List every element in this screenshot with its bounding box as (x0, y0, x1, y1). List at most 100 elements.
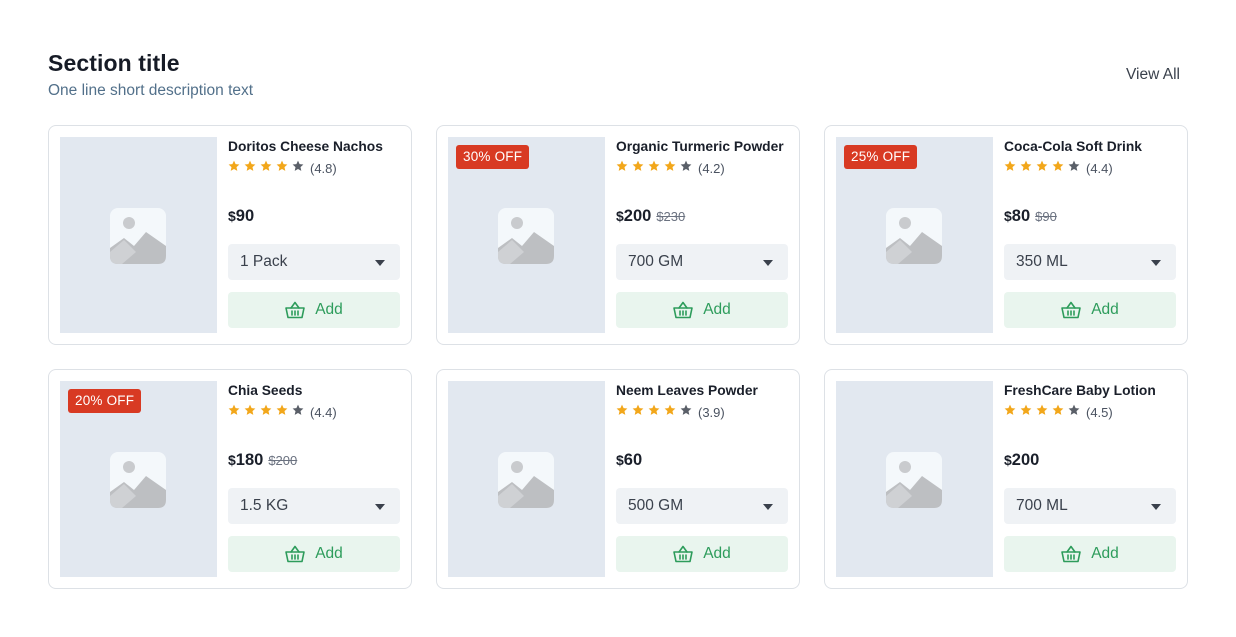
star-icon (648, 404, 660, 415)
basket-icon (673, 545, 694, 563)
section-title: Section title (48, 50, 180, 76)
star-icon (292, 160, 304, 171)
basket-icon (285, 545, 306, 563)
price-currency: $ (228, 208, 236, 224)
product-price: 200 (623, 207, 652, 225)
chevron-down-icon (375, 260, 385, 266)
variant-select[interactable]: 700 ML (1004, 488, 1176, 524)
product-price: 60 (623, 451, 643, 469)
discount-badge: 20% OFF (68, 389, 142, 413)
price-currency: $ (1004, 452, 1012, 468)
variant-value: 700 ML (1016, 497, 1068, 514)
star-icon (616, 160, 628, 171)
product-name[interactable]: Chia Seeds (228, 381, 400, 401)
add-to-cart-button[interactable]: Add (616, 536, 788, 572)
variant-select[interactable]: 500 GM (616, 488, 788, 524)
image-placeholder-icon (886, 208, 942, 264)
add-to-cart-button[interactable]: Add (228, 292, 400, 328)
image-placeholder-icon (110, 208, 166, 264)
star-icon (228, 160, 240, 171)
view-all-link[interactable]: View All (1126, 66, 1180, 84)
variant-value: 700 GM (628, 253, 684, 270)
rating-stars (1004, 159, 1084, 177)
add-button-label: Add (703, 545, 731, 562)
product-name[interactable]: FreshCare Baby Lotion (1004, 381, 1176, 401)
variant-select[interactable]: 1 Pack (228, 244, 400, 280)
original-price: $90 (1035, 209, 1057, 224)
star-icon (664, 404, 676, 415)
product-image: 25% OFF (836, 137, 993, 333)
basket-icon (1061, 301, 1082, 319)
product-card[interactable]: 30% OFF Organic Turmeric Powder (4.2) $ … (436, 125, 800, 345)
product-rating: (4.4) (228, 404, 400, 420)
product-card[interactable]: FreshCare Baby Lotion (4.5) $ 200 700 ML (824, 369, 1188, 589)
star-icon (228, 404, 240, 415)
original-price: $200 (268, 453, 298, 468)
rating-value: (4.4) (310, 404, 337, 420)
star-icon (680, 404, 692, 415)
variant-select[interactable]: 1.5 KG (228, 488, 400, 524)
add-to-cart-button[interactable]: Add (616, 292, 788, 328)
product-name[interactable]: Neem Leaves Powder (616, 381, 788, 401)
rating-stars (228, 159, 308, 177)
chevron-down-icon (1151, 504, 1161, 510)
add-to-cart-button[interactable]: Add (228, 536, 400, 572)
product-price: 200 (1011, 451, 1040, 469)
star-icon (244, 160, 256, 171)
star-icon (648, 160, 660, 171)
star-icon (276, 160, 288, 171)
discount-badge: 30% OFF (456, 145, 530, 169)
discount-badge: 25% OFF (844, 145, 918, 169)
add-button-label: Add (703, 301, 731, 318)
product-name[interactable]: Organic Turmeric Powder (616, 137, 788, 157)
product-price: 180 (235, 451, 264, 469)
star-icon (1068, 160, 1080, 171)
product-card[interactable]: Neem Leaves Powder (3.9) $ 60 500 GM Add (436, 369, 800, 589)
star-icon (260, 404, 272, 415)
star-icon (1036, 404, 1048, 415)
add-to-cart-button[interactable]: Add (1004, 292, 1176, 328)
product-grid: Doritos Cheese Nachos (4.8) $ 90 1 Pack (48, 125, 1188, 589)
original-price: $230 (656, 209, 686, 224)
image-placeholder-icon (110, 452, 166, 508)
price-row: $ 200 $230 (616, 207, 788, 229)
product-rating: (4.4) (1004, 160, 1176, 176)
rating-value: (3.9) (698, 404, 725, 420)
product-info: Organic Turmeric Powder (4.2) $ 200 $230… (616, 137, 788, 328)
star-icon (260, 160, 272, 171)
star-icon (1036, 160, 1048, 171)
add-to-cart-button[interactable]: Add (1004, 536, 1176, 572)
star-icon (292, 404, 304, 415)
star-icon (1020, 160, 1032, 171)
variant-select[interactable]: 700 GM (616, 244, 788, 280)
star-icon (664, 160, 676, 171)
star-icon (244, 404, 256, 415)
product-image: 30% OFF (448, 137, 605, 333)
product-card[interactable]: 25% OFF Coca-Cola Soft Drink (4.4) $ 80 … (824, 125, 1188, 345)
product-image: 20% OFF (60, 381, 217, 577)
add-button-label: Add (1091, 301, 1119, 318)
product-info: Doritos Cheese Nachos (4.8) $ 90 1 Pack (228, 137, 400, 328)
variant-value: 1 Pack (240, 253, 288, 270)
product-card[interactable]: Doritos Cheese Nachos (4.8) $ 90 1 Pack (48, 125, 412, 345)
chevron-down-icon (1151, 260, 1161, 266)
variant-select[interactable]: 350 ML (1004, 244, 1176, 280)
product-name[interactable]: Coca-Cola Soft Drink (1004, 137, 1176, 157)
rating-stars (228, 403, 308, 421)
add-button-label: Add (315, 545, 343, 562)
star-icon (1004, 404, 1016, 415)
section-header: Section title One line short description… (48, 49, 1188, 101)
price-row: $ 60 (616, 451, 788, 473)
section-description: One line short description text (48, 82, 254, 99)
product-name[interactable]: Doritos Cheese Nachos (228, 137, 400, 157)
product-card[interactable]: 20% OFF Chia Seeds (4.4) $ 180 $200 1.5 … (48, 369, 412, 589)
product-price: 80 (1011, 207, 1031, 225)
product-image (836, 381, 993, 577)
chevron-down-icon (763, 260, 773, 266)
price-currency: $ (228, 452, 236, 468)
image-placeholder-icon (498, 208, 554, 264)
product-image (60, 137, 217, 333)
star-icon (1052, 160, 1064, 171)
variant-value: 350 ML (1016, 253, 1068, 270)
price-currency: $ (1004, 208, 1012, 224)
